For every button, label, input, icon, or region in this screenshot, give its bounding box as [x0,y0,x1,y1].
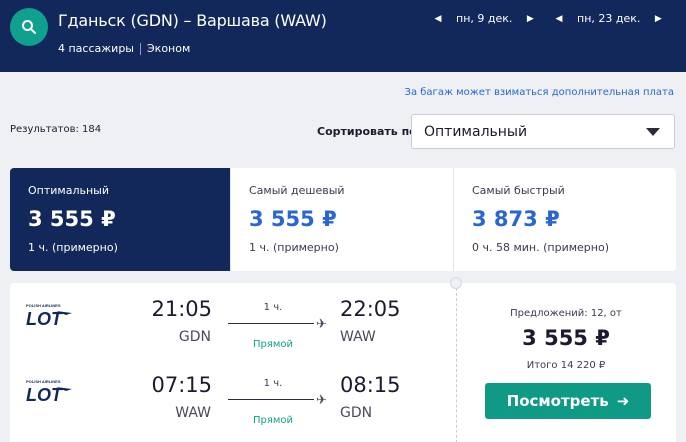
arrow-right-icon: ➜ [616,392,630,410]
flight-leg-outbound: POLISH AIRLINES LOT 21:05 GDN 1 ч. ✈ Пря… [10,283,456,350]
search-button[interactable] [10,8,48,46]
baggage-fee-link[interactable]: За багаж может взиматься дополнительная … [405,87,674,98]
plane-icon: ✈ [316,392,327,407]
arrival-airport: WAW [340,329,376,345]
flight-duration: 1 ч. [263,378,283,389]
airline-subtitle: POLISH AIRLINES [26,303,61,308]
tab-duration: 0 ч. 58 мин. (примерно) [472,241,609,254]
chevron-left-icon[interactable]: ◀ [430,14,446,24]
departure-airport: GDN [178,329,211,345]
tab-price: 3 555 ₽ [249,207,337,231]
arrival-airport: GDN [340,405,373,421]
sort-label: Сортировать по [317,125,417,138]
chevron-left-icon[interactable]: ◀ [551,14,567,24]
flight-leg-return: POLISH AIRLINES LOT 07:15 WAW 1 ч. ✈ Пря… [10,359,456,426]
tab-price: 3 555 ₽ [28,207,116,231]
return-date-nav: ◀ пн, 23 дек. ▶ [551,12,666,25]
tab-duration: 1 ч. (примерно) [249,241,339,254]
stops-label: Прямой [252,415,294,426]
price: 3 555 ₽ [522,326,610,350]
view-deal-label: Посмотреть [506,392,609,410]
total-price: Итого 14 220 ₽ [526,360,606,371]
search-summary-header: Гданьск (GDN) – Варшава (WAW) 4 пассажир… [0,0,686,72]
tab-price: 3 873 ₽ [472,207,560,231]
tab-fastest[interactable]: Самый быстрый 3 873 ₽ 0 ч. 58 мин. (прим… [454,168,676,271]
plane-icon: ✈ [316,316,327,331]
return-date[interactable]: пн, 23 дек. [577,12,640,25]
arrival-time: 22:05 [340,297,401,321]
tab-optimal[interactable]: Оптимальный 3 555 ₽ 1 ч. (примерно) [10,168,231,271]
passengers-count: 4 пассажиры [58,42,134,55]
tab-label: Самый дешевый [249,184,345,197]
arrival-time: 08:15 [340,373,401,397]
sort-selected-value: Оптимальный [424,123,528,140]
route-title[interactable]: Гданьск (GDN) – Варшава (WAW) [58,11,327,30]
chevron-down-icon [646,128,660,136]
airline-subtitle: POLISH AIRLINES [26,379,61,384]
chevron-right-icon[interactable]: ▶ [522,14,538,24]
divider [140,42,141,55]
flight-result-card[interactable]: POLISH AIRLINES LOT 21:05 GDN 1 ч. ✈ Пря… [10,277,676,442]
search-icon [22,20,36,34]
trip-details[interactable]: 4 пассажиры Эконом [58,42,190,55]
tab-label: Оптимальный [28,184,109,197]
sort-tabs: Оптимальный 3 555 ₽ 1 ч. (примерно) Самы… [10,168,676,271]
route-line [228,399,314,400]
lot-logo: POLISH AIRLINES LOT [26,303,72,329]
depart-date[interactable]: пн, 9 дек. [456,12,512,25]
sort-select[interactable]: Оптимальный [411,114,675,149]
stops-label: Прямой [252,339,294,350]
tab-duration: 1 ч. (примерно) [28,241,118,254]
tab-label: Самый быстрый [472,184,565,197]
departure-time: 21:05 [151,297,212,321]
offers-count: Предложений: 12, от [510,308,622,319]
airline-name: LOT [26,309,64,329]
depart-date-nav: ◀ пн, 9 дек. ▶ [430,12,538,25]
departure-time: 07:15 [151,373,212,397]
airline-name: LOT [26,385,64,405]
results-count: Результатов: 184 [10,124,102,135]
route-line [228,323,314,324]
chevron-right-icon[interactable]: ▶ [650,14,666,24]
tab-cheapest[interactable]: Самый дешевый 3 555 ₽ 1 ч. (примерно) [231,168,454,271]
departure-airport: WAW [175,405,211,421]
lot-logo: POLISH AIRLINES LOT [26,379,72,405]
cabin-class: Эконом [147,42,191,55]
view-deal-button[interactable]: Посмотреть ➜ [485,383,651,419]
flight-duration: 1 ч. [263,302,283,313]
